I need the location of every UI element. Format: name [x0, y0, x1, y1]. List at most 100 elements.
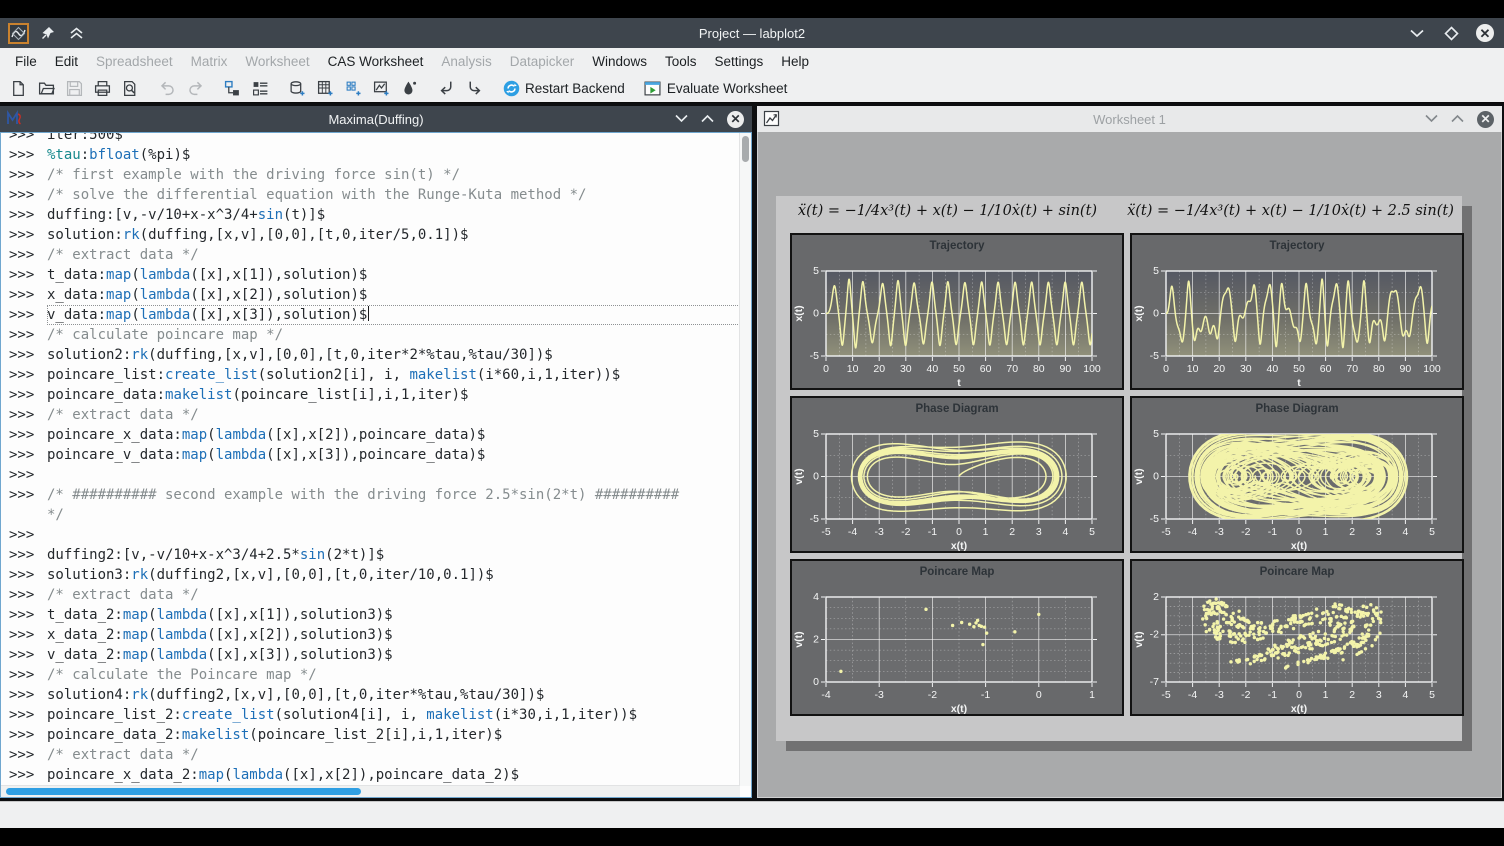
code-line[interactable]: >>>v_data:map(lambda([x],x[3]),solution)… [9, 305, 740, 325]
code-text[interactable]: /* calculate poincare map */ [47, 325, 740, 345]
menu-settings[interactable]: Settings [706, 54, 773, 69]
code-text[interactable]: poincare_x_data:map(lambda([x],x[2]),poi… [47, 425, 740, 445]
new-workbook-button[interactable] [283, 78, 311, 100]
code-text[interactable]: */ [47, 505, 740, 525]
code-line[interactable]: >>> [9, 465, 740, 485]
worksheet-close-button[interactable]: ✕ [1477, 111, 1494, 128]
code-text[interactable]: /* extract data */ [47, 405, 740, 425]
worksheet-canvas[interactable]: ẍ(t) = −1/4x³(t) + x(t) − 1/10ẋ(t) + sin… [757, 132, 1502, 798]
code-text[interactable]: x_data:map(lambda([x],x[2]),solution)$ [47, 285, 740, 305]
maxima-code-area[interactable]: >>>iter:500$>>>%tau:bfloat(%pi)$>>>/* fi… [1, 133, 740, 786]
menu-tools[interactable]: Tools [656, 54, 706, 69]
code-text[interactable]: /* calculate the Poincare map */ [47, 665, 740, 685]
new-note-button[interactable] [395, 78, 423, 100]
code-text[interactable] [47, 525, 740, 545]
code-line[interactable]: >>>solution3:rk(duffing2,[x,v],[0,0],[t,… [9, 565, 740, 585]
print-preview-button[interactable] [116, 78, 144, 100]
menu-file[interactable]: File [6, 54, 46, 69]
equation-2[interactable]: ẍ(t) = −1/4x³(t) + x(t) − 1/10ẋ(t) + 2.5… [1119, 203, 1462, 219]
code-line[interactable]: >>>poincare_data:makelist(poincare_list[… [9, 385, 740, 405]
worksheet-page[interactable]: ẍ(t) = −1/4x³(t) + x(t) − 1/10ẋ(t) + sin… [776, 196, 1462, 741]
code-line[interactable]: >>>poincare_x_data:map(lambda([x],x[2]),… [9, 425, 740, 445]
open-file-button[interactable] [32, 78, 60, 100]
maxima-restore-button[interactable] [701, 110, 714, 128]
code-line[interactable]: >>>/* solve the differential equation wi… [9, 185, 740, 205]
code-line[interactable]: >>> [9, 525, 740, 545]
new-spreadsheet-button[interactable] [311, 78, 339, 100]
menu-windows[interactable]: Windows [583, 54, 656, 69]
close-button[interactable]: ✕ [1476, 24, 1494, 42]
maxima-session[interactable]: >>>iter:500$>>>%tau:bfloat(%pi)$>>>/* fi… [0, 132, 752, 798]
maxima-shade-button[interactable] [675, 110, 688, 128]
plot-poincare-2[interactable] [1130, 559, 1464, 716]
horizontal-scrollbar-thumb[interactable] [6, 788, 361, 795]
code-text[interactable]: x_data_2:map(lambda([x],x[2]),solution3)… [47, 625, 740, 645]
plot-phase-2-canvas[interactable] [1132, 398, 1462, 551]
properties-explorer-button[interactable] [246, 78, 274, 100]
code-text[interactable]: poincare_data_2:makelist(poincare_list_2… [47, 725, 740, 745]
code-line[interactable]: >>>/* first example with the driving for… [9, 165, 740, 185]
code-text[interactable]: t_data_2:map(lambda([x],x[1]),solution3)… [47, 605, 740, 625]
plot-trajectory-2-canvas[interactable] [1132, 235, 1462, 388]
code-line[interactable]: >>>poincare_list_2:create_list(solution4… [9, 705, 740, 725]
equation-1[interactable]: ẍ(t) = −1/4x³(t) + x(t) − 1/10ẋ(t) + sin… [776, 203, 1119, 219]
code-line[interactable]: >>>/* calculate poincare map */ [9, 325, 740, 345]
code-line[interactable]: >>>poincare_data_2:makelist(poincare_lis… [9, 725, 740, 745]
new-matrix-button[interactable] [339, 78, 367, 100]
code-line[interactable]: >>>solution2:rk(duffing,[x,v],[0,0],[t,0… [9, 345, 740, 365]
code-line[interactable]: >>>poincare_list:create_list(solution2[i… [9, 365, 740, 385]
code-text[interactable]: /* extract data */ [47, 585, 740, 605]
code-line[interactable]: >>>poincare_x_data_2:map(lambda([x],x[2]… [9, 765, 740, 785]
code-line[interactable]: >>>/* ########## second example with the… [9, 485, 740, 505]
code-line[interactable]: */ [9, 505, 740, 525]
code-text[interactable]: /* solve the differential equation with … [47, 185, 740, 205]
code-text[interactable]: poincare_x_data_2:map(lambda([x],x[2]),p… [47, 765, 740, 785]
plot-trajectory-2[interactable] [1130, 233, 1464, 390]
code-line[interactable]: >>>%tau:bfloat(%pi)$ [9, 145, 740, 165]
new-document-button[interactable] [4, 78, 32, 100]
code-text[interactable]: duffing:[v,-v/10+x-x^3/4+sin(t)]$ [47, 205, 740, 225]
code-line[interactable]: >>>duffing:[v,-v/10+x-x^3/4+sin(t)]$ [9, 205, 740, 225]
code-text[interactable]: poincare_list:create_list(solution2[i], … [47, 365, 740, 385]
code-text[interactable]: t_data:map(lambda([x],x[1]),solution)$ [47, 265, 740, 285]
horizontal-scrollbar[interactable] [1, 785, 740, 797]
worksheet-titlebar[interactable]: Worksheet 1 ✕ [757, 106, 1502, 132]
code-text[interactable]: iter:500$ [47, 133, 740, 145]
menu-help[interactable]: Help [772, 54, 818, 69]
evaluate-worksheet-button[interactable]: Evaluate Worksheet [639, 78, 793, 100]
code-text[interactable]: poincare_data:makelist(poincare_list[i],… [47, 385, 740, 405]
plot-poincare-2-canvas[interactable] [1132, 561, 1462, 714]
new-worksheet-button[interactable] [367, 78, 395, 100]
code-line[interactable]: >>>iter:500$ [9, 133, 740, 145]
plot-poincare-1[interactable] [790, 559, 1124, 716]
code-text[interactable]: poincare_list_2:create_list(solution4[i]… [47, 705, 740, 725]
restart-backend-button[interactable]: Restart Backend [497, 78, 630, 100]
worksheet-restore-button[interactable] [1451, 110, 1464, 128]
code-text[interactable]: %tau:bfloat(%pi)$ [47, 145, 740, 165]
code-line[interactable]: >>>duffing2:[v,-v/10+x-x^3/4+2.5*sin(2*t… [9, 545, 740, 565]
code-line[interactable]: >>>v_data_2:map(lambda([x],x[3]),solutio… [9, 645, 740, 665]
code-text[interactable]: solution4:rk(duffing2,[x,v],[0,0],[t,0,i… [47, 685, 740, 705]
plot-poincare-1-canvas[interactable] [792, 561, 1122, 714]
export-button[interactable] [460, 78, 488, 100]
vertical-scrollbar-thumb[interactable] [742, 136, 749, 162]
code-line[interactable]: >>>/* extract data */ [9, 585, 740, 605]
code-text[interactable]: /* extract data */ [47, 245, 740, 265]
plot-phase-2[interactable] [1130, 396, 1464, 553]
code-text[interactable]: /* first example with the driving force … [47, 165, 740, 185]
code-line[interactable]: >>>/* extract data */ [9, 245, 740, 265]
code-line[interactable]: >>>/* calculate the Poincare map */ [9, 665, 740, 685]
print-button[interactable] [88, 78, 116, 100]
code-line[interactable]: >>>poincare_v_data:map(lambda([x],x[3]),… [9, 445, 740, 465]
code-text[interactable] [47, 465, 740, 485]
project-explorer-button[interactable] [218, 78, 246, 100]
code-line[interactable]: >>>t_data_2:map(lambda([x],x[1]),solutio… [9, 605, 740, 625]
plot-trajectory-1[interactable] [790, 233, 1124, 390]
menu-edit[interactable]: Edit [46, 54, 87, 69]
plot-trajectory-1-canvas[interactable] [792, 235, 1122, 388]
worksheet-shade-button[interactable] [1425, 110, 1438, 128]
code-text[interactable]: duffing2:[v,-v/10+x-x^3/4+2.5*sin(2*t)]$ [47, 545, 740, 565]
code-line[interactable]: >>>solution4:rk(duffing2,[x,v],[0,0],[t,… [9, 685, 740, 705]
code-text[interactable]: v_data_2:map(lambda([x],x[3]),solution3)… [47, 645, 740, 665]
maxima-close-button[interactable]: ✕ [727, 111, 744, 128]
